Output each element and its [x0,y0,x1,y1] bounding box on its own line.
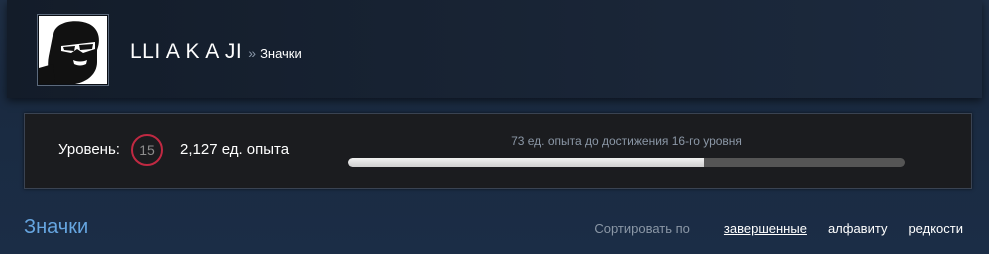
profile-title-row: LLI A K A JI » Значки [130,40,302,66]
level-badge[interactable]: 15 [131,134,163,166]
masked-face-avatar-icon [39,16,107,84]
next-level-caption: 73 ед. опыта до достижения 16-го уровня [511,134,742,148]
sort-option-alphabetical[interactable]: алфавиту [828,221,888,236]
profile-avatar[interactable] [38,15,108,85]
level-panel: Уровень: 15 2,127 ед. опыта 73 ед. опыта… [24,113,972,189]
badge-sort-bar: Сортировать по завершенные алфавиту редк… [594,221,963,236]
sort-option-rarity[interactable]: редкости [908,221,963,236]
badges-section-title: Значки [24,216,89,238]
breadcrumb-separator: » [248,45,257,61]
level-label: Уровень: [58,141,120,158]
xp-progress-bar [348,158,905,167]
sort-label: Сортировать по [594,221,690,236]
xp-total: 2,127 ед. опыта [180,141,290,158]
sort-option-completed[interactable]: завершенные [724,221,807,236]
xp-progress-fill [348,158,705,167]
breadcrumb-current-page: Значки [260,46,302,61]
persona-name-link[interactable]: LLI A K A JI [130,40,242,64]
